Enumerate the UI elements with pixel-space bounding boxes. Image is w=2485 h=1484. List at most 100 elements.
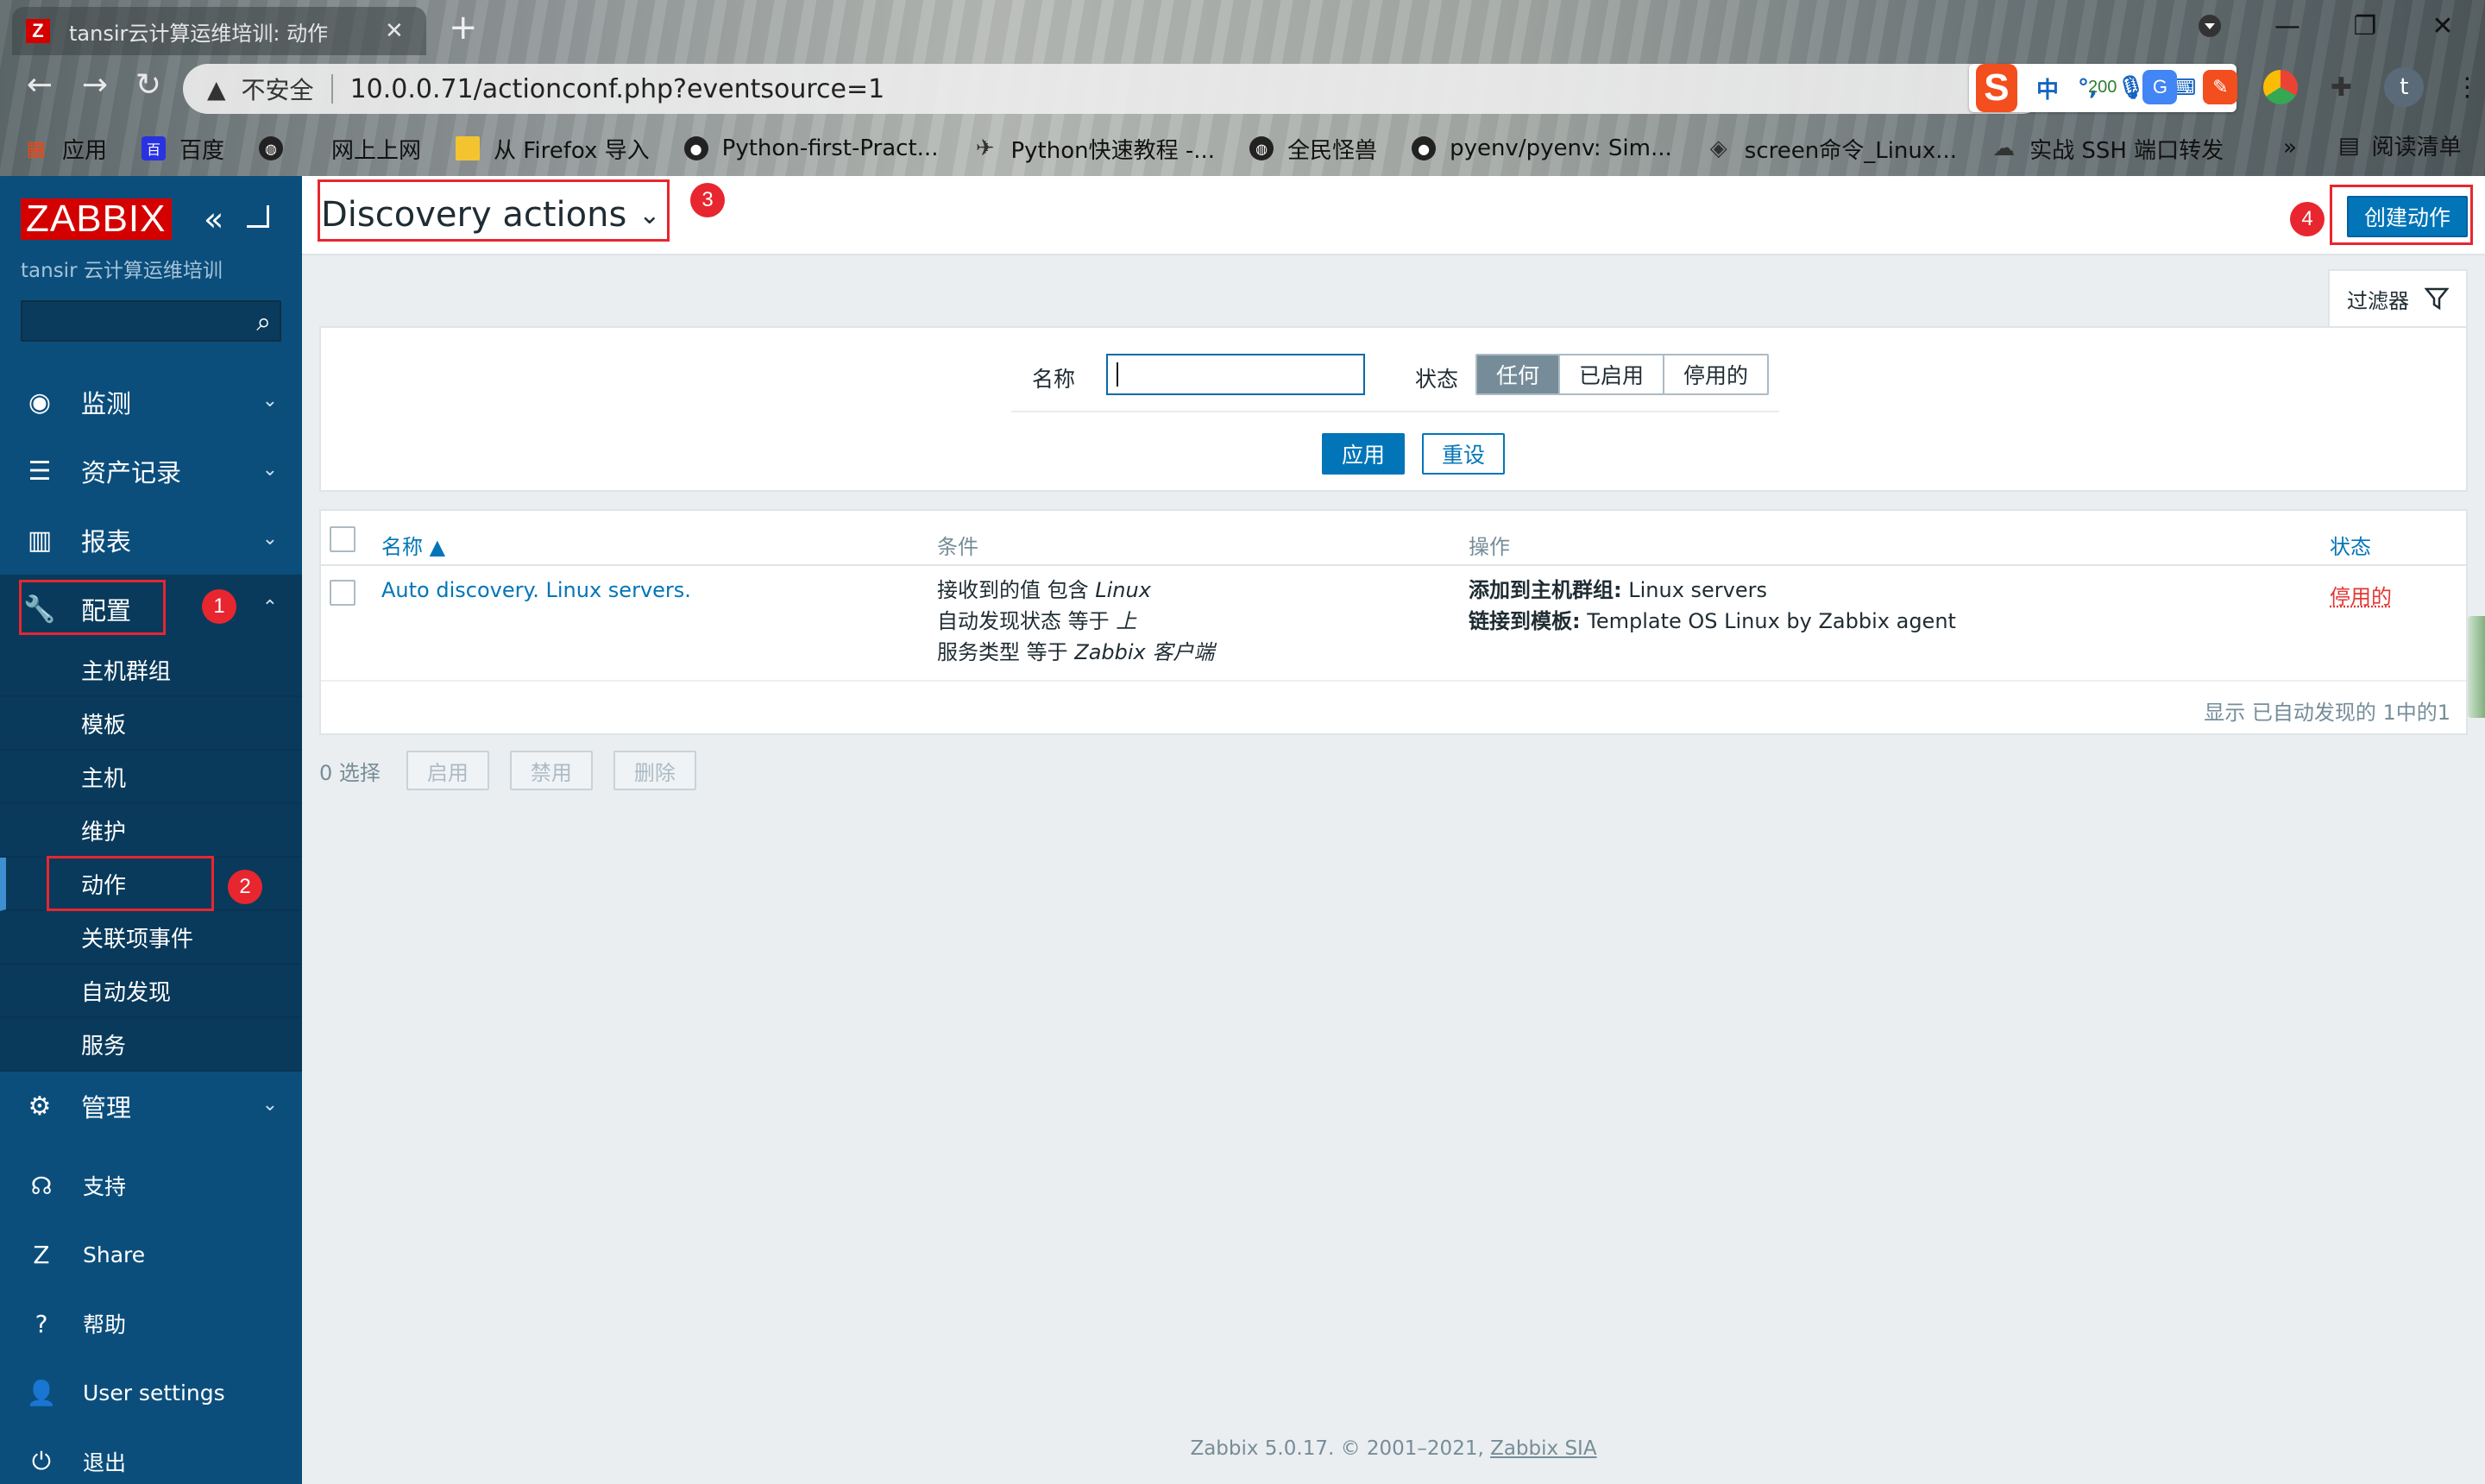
- submenu-discovery[interactable]: 自动发现: [0, 965, 302, 1018]
- menu-user-settings[interactable]: 👤 User settings: [0, 1358, 302, 1427]
- gear-icon: ⚙: [28, 1091, 52, 1122]
- bulk-delete-button[interactable]: 删除: [613, 751, 696, 790]
- annotation-badge-3: 3: [690, 183, 725, 217]
- column-status-header[interactable]: 状态: [2330, 530, 2371, 560]
- bookmark-baidu[interactable]: 百百度: [142, 133, 224, 165]
- bulk-enable-button[interactable]: 启用: [406, 751, 489, 790]
- status-badge[interactable]: 停用的: [2330, 580, 2392, 610]
- url-text[interactable]: 10.0.0.71/actionconf.php?eventsource=1: [350, 74, 885, 104]
- power-icon: ⏻: [31, 1447, 52, 1475]
- restore-icon[interactable]: ❐: [2335, 7, 2395, 45]
- extension-icon[interactable]: ✎: [2203, 70, 2238, 104]
- action-name-link[interactable]: Auto discovery. Linux servers.: [381, 578, 691, 602]
- submenu-maintenance[interactable]: 维护: [0, 804, 302, 858]
- ime-chinese-icon[interactable]: 中: [2036, 72, 2059, 104]
- annotation-box-actions: [47, 856, 214, 911]
- bookmark-globe[interactable]: ◍: [259, 136, 297, 160]
- close-window-icon[interactable]: ✕: [2413, 7, 2473, 45]
- zabbix-sia-link[interactable]: Zabbix SIA: [1490, 1437, 1596, 1460]
- reading-list-icon: ▤: [2338, 132, 2360, 159]
- bookmark-pyenv[interactable]: ● pyenv/pyenv: Sim...: [1412, 135, 1672, 161]
- menu-administration[interactable]: ⚙ 管理 ⌄: [0, 1072, 302, 1141]
- select-all-checkbox[interactable]: [330, 526, 355, 552]
- annotation-box-configuration: [19, 580, 166, 635]
- back-icon[interactable]: ←: [19, 67, 60, 103]
- bulk-disable-button[interactable]: 禁用: [509, 751, 593, 790]
- puzzle-icon[interactable]: ✚: [2324, 70, 2358, 104]
- bookmarks-more[interactable]: »: [2283, 135, 2297, 160]
- sogou-ime-icon[interactable]: S: [1976, 64, 2017, 112]
- menu-sign-out[interactable]: ⏻ 退出: [0, 1427, 302, 1484]
- new-tab-icon[interactable]: +: [449, 10, 478, 45]
- page-footer: Zabbix 5.0.17. © 2001–2021, Zabbix SIA: [1190, 1437, 1597, 1460]
- submenu-host-groups[interactable]: 主机群组: [0, 644, 302, 697]
- avatar[interactable]: t: [2384, 67, 2425, 107]
- main-content: Discovery actions ⌄ 创建动作 过滤器 名称 状态 任何 已启…: [302, 176, 2485, 1484]
- tab-strip: Z tansir云计算运维培训: 动作 ✕ + — ❐ ✕: [0, 0, 2485, 55]
- kiosk-mode-icon[interactable]: [247, 205, 269, 228]
- status-option-enabled[interactable]: 已启用: [1558, 355, 1664, 393]
- annotation-badge-4: 4: [2290, 202, 2325, 236]
- menu-monitoring[interactable]: ◉ 监测 ⌄: [0, 368, 302, 437]
- menu-reports[interactable]: ▥ 报表 ⌄: [0, 506, 302, 575]
- bookmark-python-tutorial[interactable]: ✈ Python快速教程 -...: [972, 133, 1215, 165]
- filter-tab[interactable]: 过滤器: [2328, 269, 2468, 326]
- bookmark-python-first[interactable]: ● Python-first-Pract...: [683, 135, 938, 161]
- filter-status-label: 状态: [1415, 367, 1459, 392]
- tab-search-icon[interactable]: [2180, 7, 2240, 45]
- baidu-icon: 百: [142, 136, 167, 160]
- sidebar-search-input[interactable]: ⌕: [21, 300, 281, 342]
- reading-list[interactable]: ▤ 阅读清单: [2338, 129, 2462, 161]
- tab-title: tansir云计算运维培训: 动作: [69, 21, 329, 46]
- translate-icon[interactable]: G: [2142, 70, 2178, 104]
- headset-icon: ☊: [30, 1171, 53, 1200]
- bookmark-ssh[interactable]: ☁ 实战 SSH 端口转发: [1991, 133, 2224, 165]
- chevron-down-icon: ⌄: [261, 390, 278, 412]
- list-icon: ☰: [28, 456, 52, 487]
- zabbix-share-icon: Z: [33, 1240, 50, 1269]
- bookmarks-bar: ▦ 应用 百百度 ◍ 网上上网 从 Firefox 导入 ● Python-firs…: [0, 121, 2485, 176]
- extension-badge[interactable]: 200: [2088, 70, 2117, 104]
- column-name-header[interactable]: 名称 ▲: [381, 530, 445, 560]
- menu-share[interactable]: Z Share: [0, 1220, 302, 1289]
- minimize-icon[interactable]: —: [2257, 7, 2318, 45]
- menu-inventory[interactable]: ☰ 资产记录 ⌄: [0, 437, 302, 506]
- scrollbar-edge[interactable]: [2468, 616, 2485, 718]
- submenu-event-correlation[interactable]: 关联项事件: [0, 911, 302, 965]
- action-conditions: 接收到的值 包含 Linux 自动发现状态 等于 上 服务类型 等于 Zabbi…: [937, 578, 1215, 664]
- globe-icon: ◍: [1249, 136, 1274, 160]
- row-checkbox[interactable]: [330, 580, 355, 606]
- reload-icon[interactable]: ↻: [128, 67, 169, 103]
- zabbix-logo[interactable]: ZABBIX: [21, 198, 172, 240]
- close-icon[interactable]: ✕: [385, 18, 404, 44]
- browser-chrome: Z tansir云计算运维培训: 动作 ✕ + — ❐ ✕ ← → ↻ ▲ 不安…: [0, 0, 2485, 176]
- bookmark-screen[interactable]: ◈ screen命令_Linux...: [1707, 133, 1957, 165]
- browser-toolbar: ← → ↻ ▲ 不安全 10.0.0.71/actionconf.php?eve…: [0, 55, 2485, 121]
- chevron-down-icon: ⌄: [261, 1094, 278, 1116]
- submenu-hosts[interactable]: 主机: [0, 751, 302, 804]
- filter-name-input[interactable]: [1106, 354, 1365, 395]
- status-option-disabled[interactable]: 停用的: [1663, 355, 1768, 393]
- address-bar[interactable]: ▲ 不安全 10.0.0.71/actionconf.php?eventsour…: [183, 64, 2236, 114]
- search-icon[interactable]: ⌕: [256, 307, 271, 337]
- bookmark-monster[interactable]: ◍ 全民怪兽: [1249, 133, 1377, 165]
- status-option-any[interactable]: 任何: [1477, 355, 1559, 393]
- filter-panel: 名称 状态 任何 已启用 停用的 应用 重设: [319, 326, 2468, 492]
- submenu-templates[interactable]: 模板: [0, 697, 302, 751]
- bookmark-web[interactable]: 网上上网: [331, 133, 421, 165]
- more-menu-icon[interactable]: ⋮: [2450, 70, 2484, 104]
- selected-count: 0 选择: [319, 760, 381, 785]
- forward-icon[interactable]: →: [74, 67, 116, 103]
- extension-color-icon[interactable]: [2263, 70, 2299, 104]
- menu-support[interactable]: ☊ 支持: [0, 1151, 302, 1220]
- bookmark-firefox[interactable]: 从 Firefox 导入: [456, 133, 650, 165]
- actions-table: 名称 ▲ 条件 操作 状态 Auto discovery. Linux serv…: [319, 509, 2468, 735]
- filter-apply-button[interactable]: 应用: [1322, 433, 1405, 475]
- menu-help[interactable]: ? 帮助: [0, 1289, 302, 1358]
- collapse-sidebar-icon[interactable]: «: [204, 200, 223, 238]
- filter-reset-button[interactable]: 重设: [1422, 433, 1505, 475]
- browser-tab[interactable]: Z tansir云计算运维培训: 动作 ✕: [12, 7, 426, 55]
- annotation-badge-1: 1: [202, 589, 236, 624]
- submenu-services[interactable]: 服务: [0, 1018, 302, 1072]
- bookmark-apps[interactable]: ▦ 应用: [24, 133, 107, 165]
